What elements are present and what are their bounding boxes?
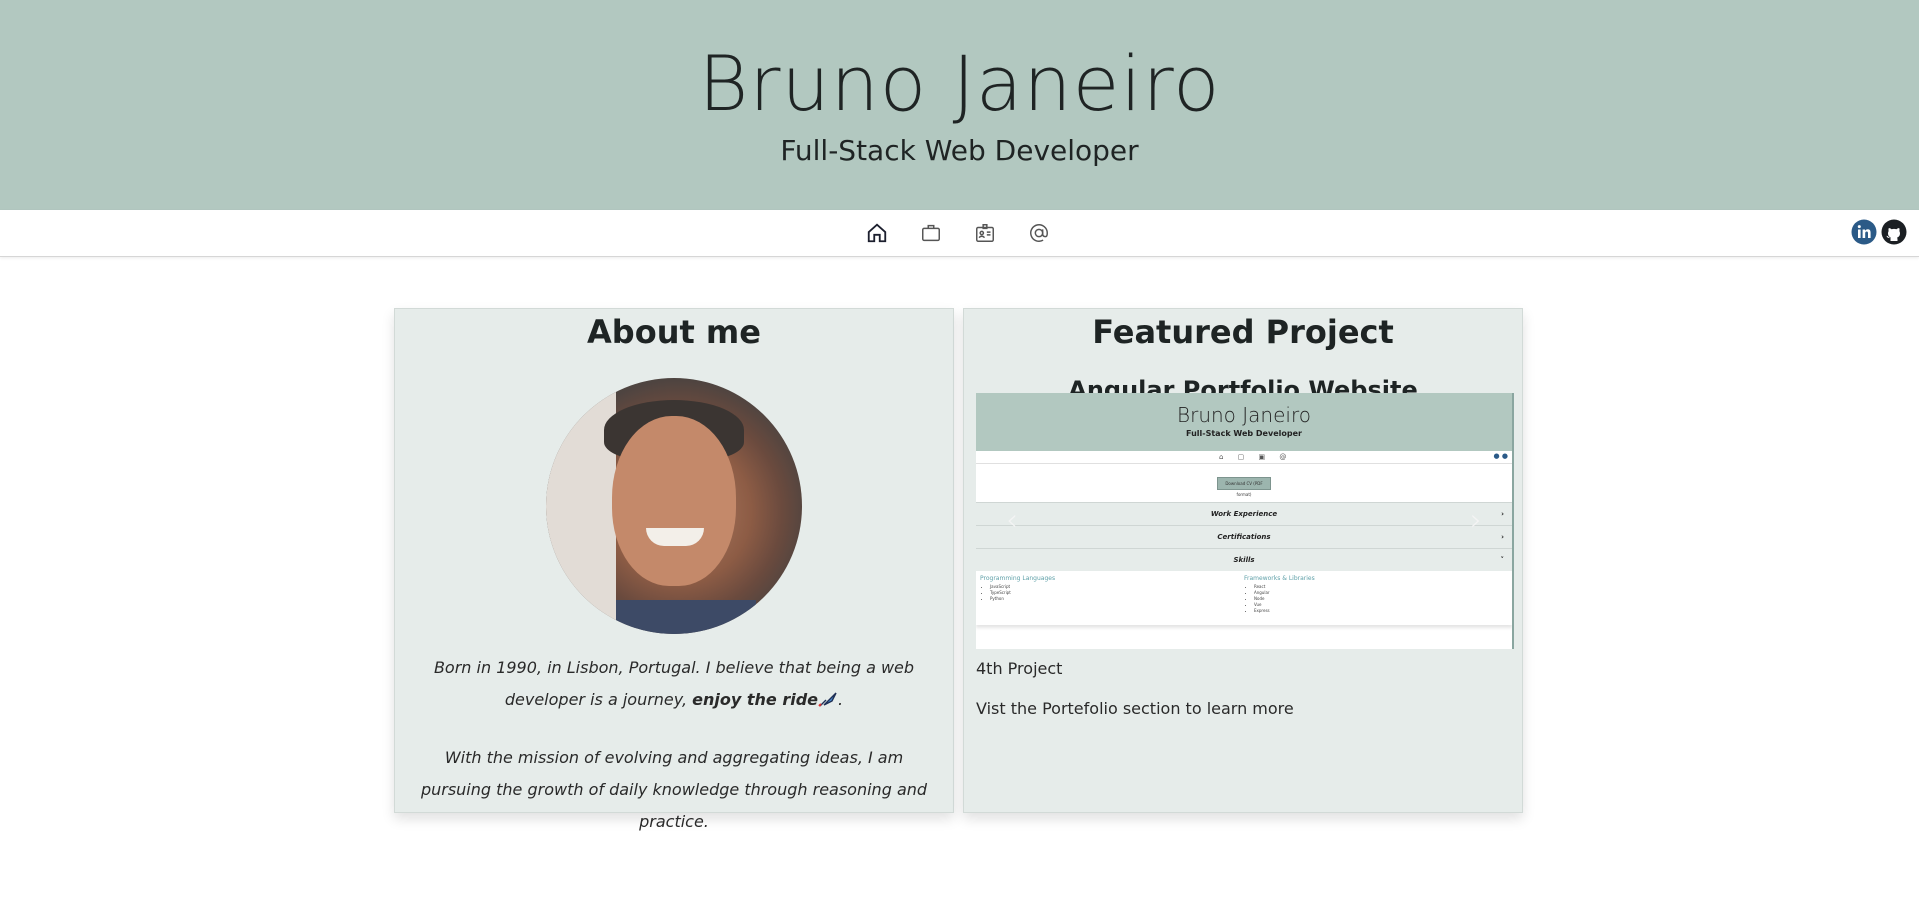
enjoy-the-ride: enjoy the ride bbox=[692, 689, 819, 709]
avatar bbox=[546, 377, 802, 634]
about-paragraph-2: With the mission of evolving and aggrega… bbox=[420, 747, 928, 831]
navbar bbox=[0, 210, 1919, 257]
id-card-icon[interactable] bbox=[972, 220, 998, 246]
portfolio-link-text[interactable]: Vist the Portefolio section to learn mor… bbox=[976, 699, 1294, 718]
hero-header: Bruno Janeiro Full-Stack Web Developer bbox=[0, 0, 1919, 210]
featured-project-card: Featured Project Angular Portfolio Websi… bbox=[963, 308, 1523, 813]
site-title: Bruno Janeiro bbox=[698, 39, 1221, 128]
project-label: 4th Project bbox=[976, 659, 1063, 678]
carousel-next-icon[interactable]: › bbox=[1470, 503, 1482, 538]
briefcase-icon[interactable] bbox=[918, 220, 944, 246]
preview-row-skills: Skills ˅ bbox=[976, 548, 1512, 571]
site-subtitle: Full-Stack Web Developer bbox=[780, 134, 1139, 167]
carousel-prev-icon[interactable]: ‹ bbox=[1006, 503, 1018, 538]
linkedin-icon[interactable] bbox=[1851, 219, 1877, 245]
preview-title: Bruno Janeiro bbox=[1177, 403, 1311, 427]
about-paragraph-1: Born in 1990, in Lisbon, Portugal. I bel… bbox=[433, 657, 915, 709]
preview-row-certifications: Certifications › bbox=[976, 525, 1512, 548]
social-links bbox=[1851, 219, 1907, 245]
main-cards: About me Born in 1990, in Lisbon, Portug… bbox=[394, 308, 1523, 831]
preview-skills: Programming Languages JavaScript TypeScr… bbox=[976, 571, 1512, 625]
about-card: About me Born in 1990, in Lisbon, Portug… bbox=[394, 308, 954, 831]
preview-row-work: Work Experience › bbox=[976, 502, 1512, 525]
github-icon[interactable] bbox=[1881, 219, 1907, 245]
rocket-icon bbox=[818, 686, 838, 707]
nav-icons bbox=[864, 220, 1052, 246]
about-text: Born in 1990, in Lisbon, Portugal. I bel… bbox=[417, 652, 931, 838]
preview-subtitle: Full-Stack Web Developer bbox=[1186, 429, 1302, 438]
home-icon[interactable] bbox=[864, 220, 890, 246]
project-screenshot[interactable]: Bruno Janeiro Full-Stack Web Developer ⌂… bbox=[976, 393, 1514, 649]
preview-download-button: Download CV (PDF format) bbox=[1217, 477, 1271, 497]
at-sign-icon[interactable] bbox=[1026, 220, 1052, 246]
about-title: About me bbox=[587, 313, 761, 351]
featured-project-title: Featured Project bbox=[1092, 313, 1394, 351]
